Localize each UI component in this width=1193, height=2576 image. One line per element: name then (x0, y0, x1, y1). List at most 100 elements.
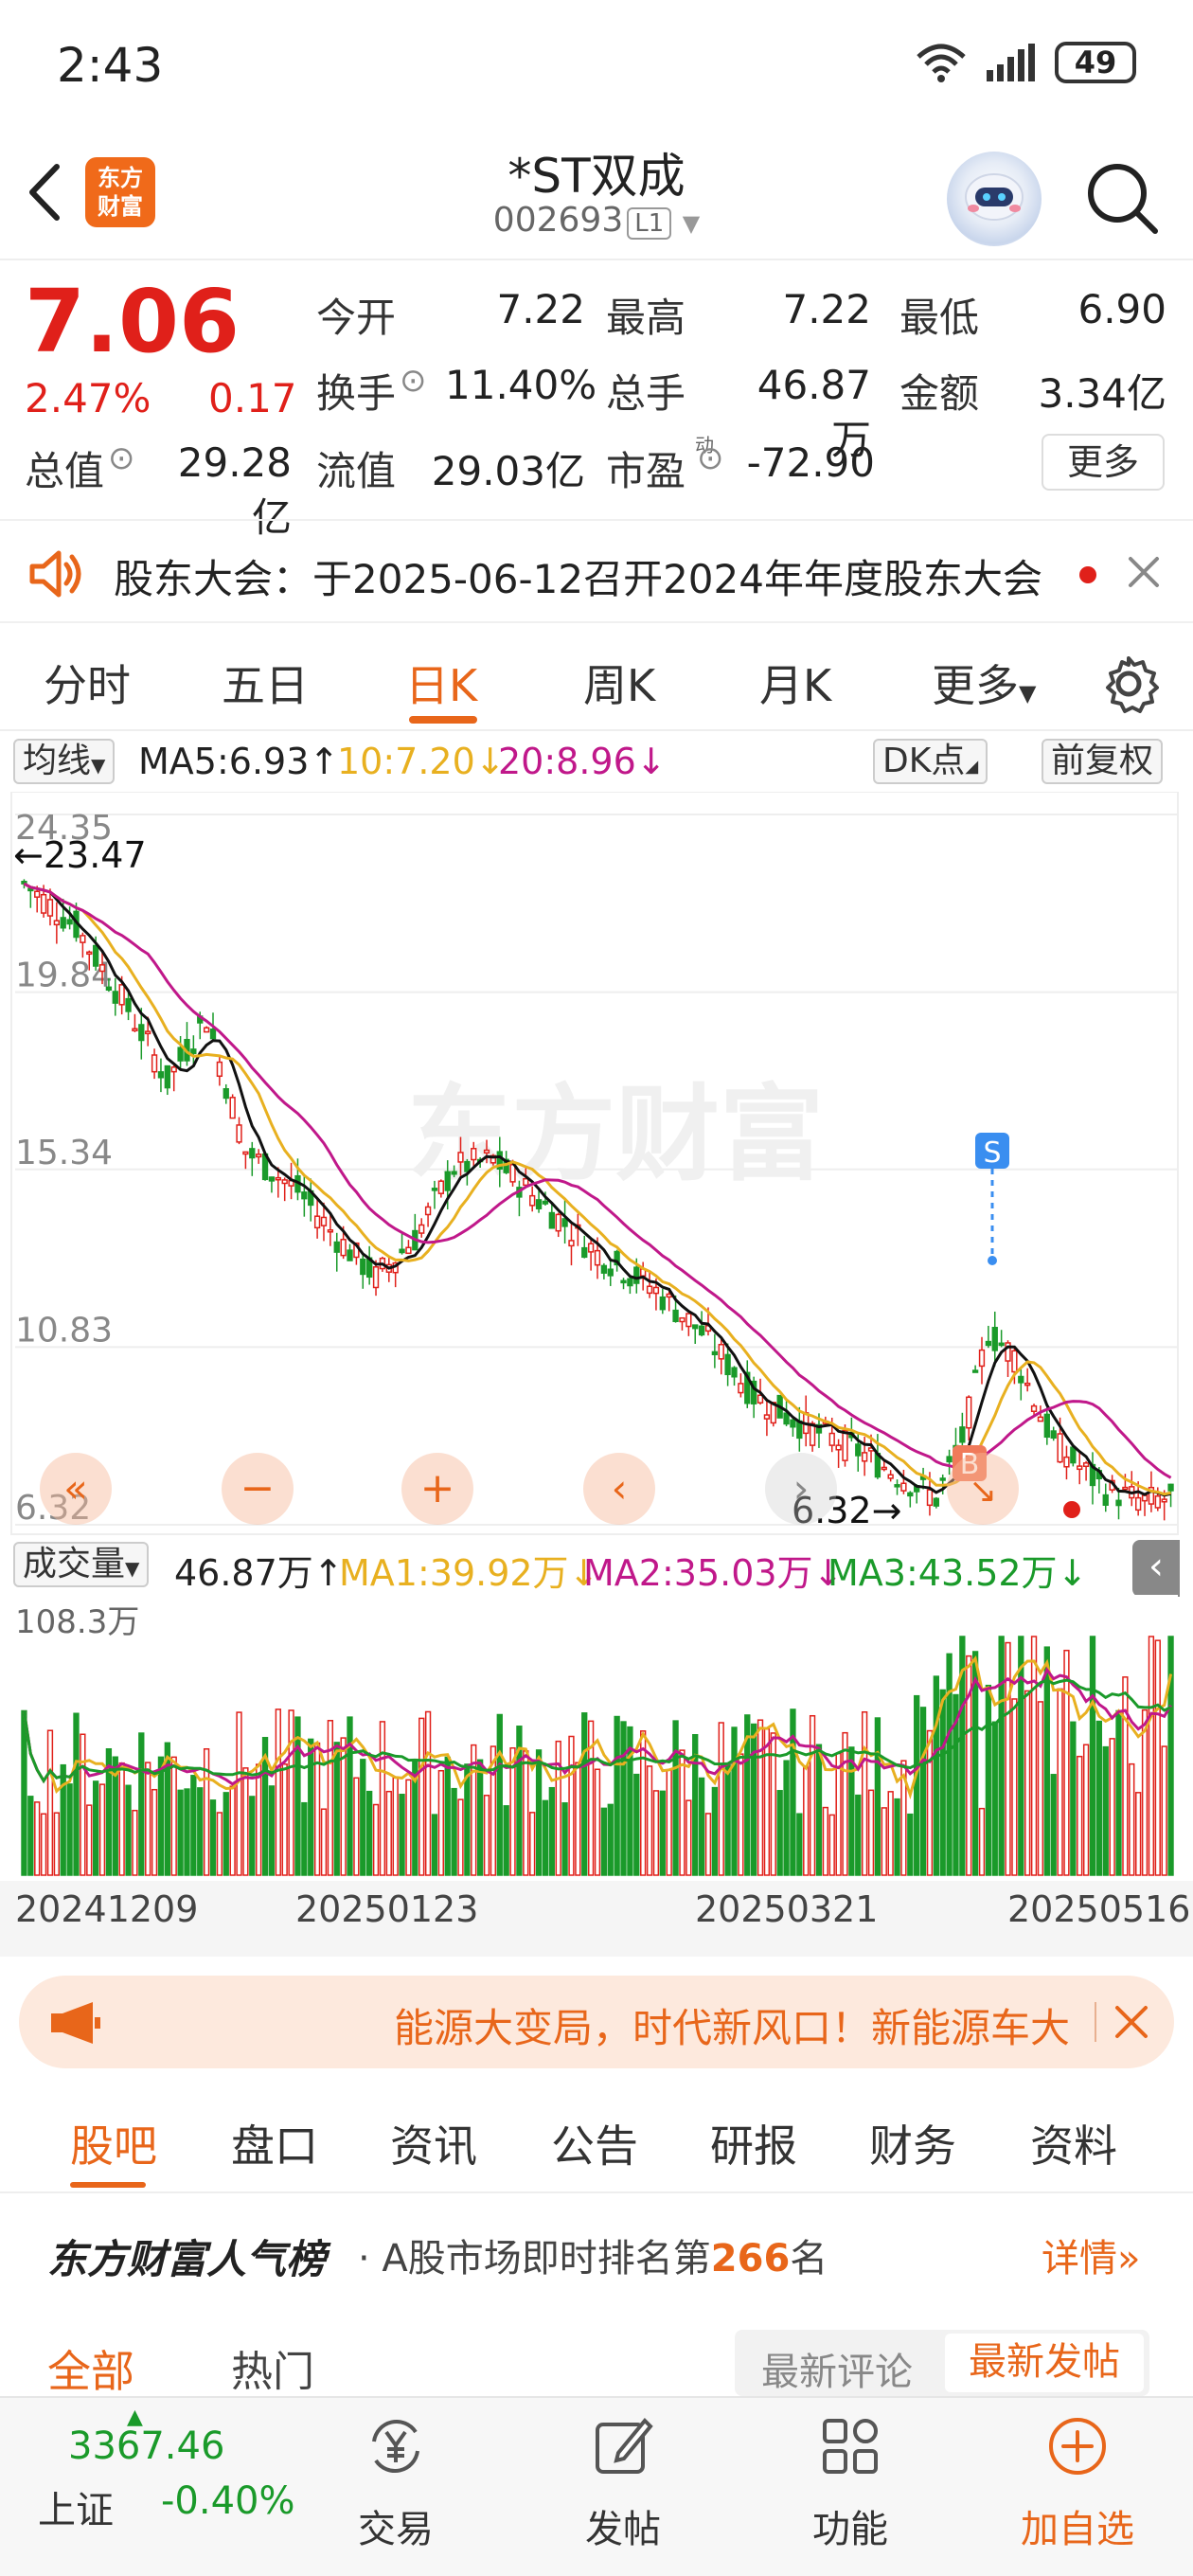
volume-label: 总手 (606, 370, 686, 417)
caret-down-icon: ▼ (125, 1557, 140, 1580)
volume-bar (523, 1750, 529, 1876)
candle-body (1141, 1494, 1148, 1502)
candle-body (145, 1030, 151, 1035)
tab-five-day[interactable]: 五日 (222, 652, 309, 714)
scroll-left-fast-button[interactable]: « (40, 1453, 112, 1525)
ranking-detail-link[interactable]: 详情» (1042, 2227, 1140, 2282)
candle-body (275, 1176, 281, 1181)
close-icon[interactable] (1127, 555, 1161, 589)
ai-assistant-avatar[interactable] (947, 152, 1042, 246)
volume-bar (496, 1713, 503, 1876)
close-icon[interactable] (1113, 2004, 1149, 2040)
filter-all[interactable]: 全部 (47, 2337, 134, 2400)
volume-bar (1089, 1636, 1096, 1876)
caret-down-icon: ▼ (1019, 680, 1037, 707)
add-watchlist-button[interactable]: 加自选 (1002, 2413, 1153, 2553)
volume-bar (1161, 1745, 1167, 1876)
volume-bar (867, 1789, 875, 1876)
scroll-right-button[interactable]: › (765, 1453, 837, 1525)
candle-body (594, 1249, 601, 1266)
volume-bar (308, 1738, 314, 1876)
volume-bar (1030, 1636, 1038, 1876)
reset-view-button[interactable]: ↘ (947, 1453, 1019, 1525)
tab-research[interactable]: 研报 (710, 2112, 797, 2174)
collapse-panel-button[interactable]: ‹ (1132, 1540, 1180, 1597)
volume-bar (731, 1726, 738, 1876)
price-adjust-button[interactable]: 前复权 (1042, 739, 1164, 784)
candle-body (646, 1285, 653, 1295)
candle-body (157, 1071, 165, 1079)
info-icon[interactable]: ⊙ (108, 439, 135, 477)
tab-financials[interactable]: 财务 (869, 2112, 956, 2174)
tab-news[interactable]: 资讯 (390, 2112, 477, 2174)
indicator-selector[interactable]: 成交量▼ (13, 1542, 150, 1587)
volume-bar (86, 1804, 93, 1876)
trade-button[interactable]: 交易 (320, 2413, 472, 2553)
volume-bar (848, 1746, 855, 1876)
volume-bar (372, 1803, 380, 1876)
volume-bar (118, 1762, 125, 1876)
minus-icon: − (240, 1464, 276, 1512)
candle-body (170, 1066, 177, 1073)
amount-value: 3.34亿 (1038, 370, 1166, 417)
volume-bar (288, 1709, 294, 1876)
candle-body (971, 1369, 979, 1373)
volume-current: 46.87万↑ (174, 1552, 344, 1594)
candle-body (738, 1383, 744, 1394)
vol-ma3-label: MA3:43.52万↓ (828, 1552, 1088, 1594)
filter-hot[interactable]: 热门 (231, 2337, 314, 2398)
tab-more[interactable]: 更多▼ (932, 652, 1036, 714)
kline-chart[interactable]: 东方财富 24.3519.8415.3410.836.32 ←23.47 6.3… (0, 792, 1193, 1538)
candle-body (783, 1412, 790, 1425)
section-tabs: 股吧 盘口 资讯 公告 研报 财务 资料 (0, 2087, 1193, 2193)
level-badge: L1 (627, 207, 672, 240)
notice-bar[interactable]: 股东大会：于2025-06-12召开2024年年度股东大会 (0, 519, 1193, 623)
post-button[interactable]: 发帖 (547, 2413, 699, 2553)
sort-latest-comment[interactable]: 最新评论 (761, 2341, 913, 2396)
volume-bar (874, 1717, 881, 1876)
tab-weekly-k[interactable]: 周K (583, 652, 655, 714)
gear-icon[interactable] (1098, 653, 1159, 714)
volume-bar (809, 1714, 816, 1876)
tab-forum[interactable]: 股吧 (70, 2112, 157, 2174)
volume-bar (738, 1753, 744, 1876)
tab-monthly-k[interactable]: 月K (759, 652, 831, 714)
candle-body (1063, 1456, 1070, 1468)
tab-intraday[interactable]: 分时 (44, 652, 131, 714)
dk-point-button[interactable]: DK点◢ (873, 739, 988, 784)
tab-daily-k[interactable]: 日K (405, 652, 477, 714)
popularity-ranking[interactable]: 东方财富人气榜 · A股市场即时排名第266名 详情» (0, 2207, 1193, 2298)
event-dot[interactable] (1063, 1501, 1080, 1518)
volume-bar (686, 1799, 692, 1876)
tab-order-book[interactable]: 盘口 (231, 2112, 318, 2174)
functions-button[interactable]: 功能 (775, 2413, 926, 2553)
sort-latest-post[interactable]: 最新发帖 (945, 2334, 1144, 2392)
tab-profile[interactable]: 资料 (1030, 2112, 1117, 2174)
candle-body (327, 1229, 334, 1233)
volume-bar (360, 1759, 366, 1876)
ad-banner[interactable]: 能源大变局，时代新风口！新能源车大 (19, 1976, 1174, 2068)
zoom-in-button[interactable]: + (401, 1453, 473, 1525)
info-icon[interactable]: ⊙ (400, 362, 427, 400)
candle-body (216, 1061, 223, 1078)
scroll-left-button[interactable]: ‹ (583, 1453, 655, 1525)
info-icon[interactable]: ⊙ (697, 439, 724, 477)
volume-bar (568, 1735, 575, 1876)
volume-chart[interactable]: 108.3万 (0, 1595, 1193, 1881)
candle-body (451, 1171, 457, 1175)
tab-announcements[interactable]: 公告 (551, 2112, 638, 2174)
zoom-out-button[interactable]: − (222, 1453, 294, 1525)
volume-bar (1011, 1698, 1018, 1876)
candle-body (86, 951, 93, 956)
period-tabs: 分时 五日 日K 周K 月K 更多▼ (0, 633, 1193, 731)
candle-body (926, 1489, 934, 1507)
search-icon[interactable] (1079, 155, 1165, 241)
active-tab-indicator (409, 716, 477, 724)
more-quote-button[interactable]: 更多 (1042, 434, 1165, 491)
ma-selector[interactable]: 均线▼ (13, 739, 116, 784)
signal-icon (987, 44, 1035, 81)
candle-body (1122, 1486, 1129, 1491)
chevron-right-icon: › (793, 1465, 810, 1512)
change-amount: 0.17 (208, 375, 297, 421)
volume-bar (132, 1809, 138, 1876)
